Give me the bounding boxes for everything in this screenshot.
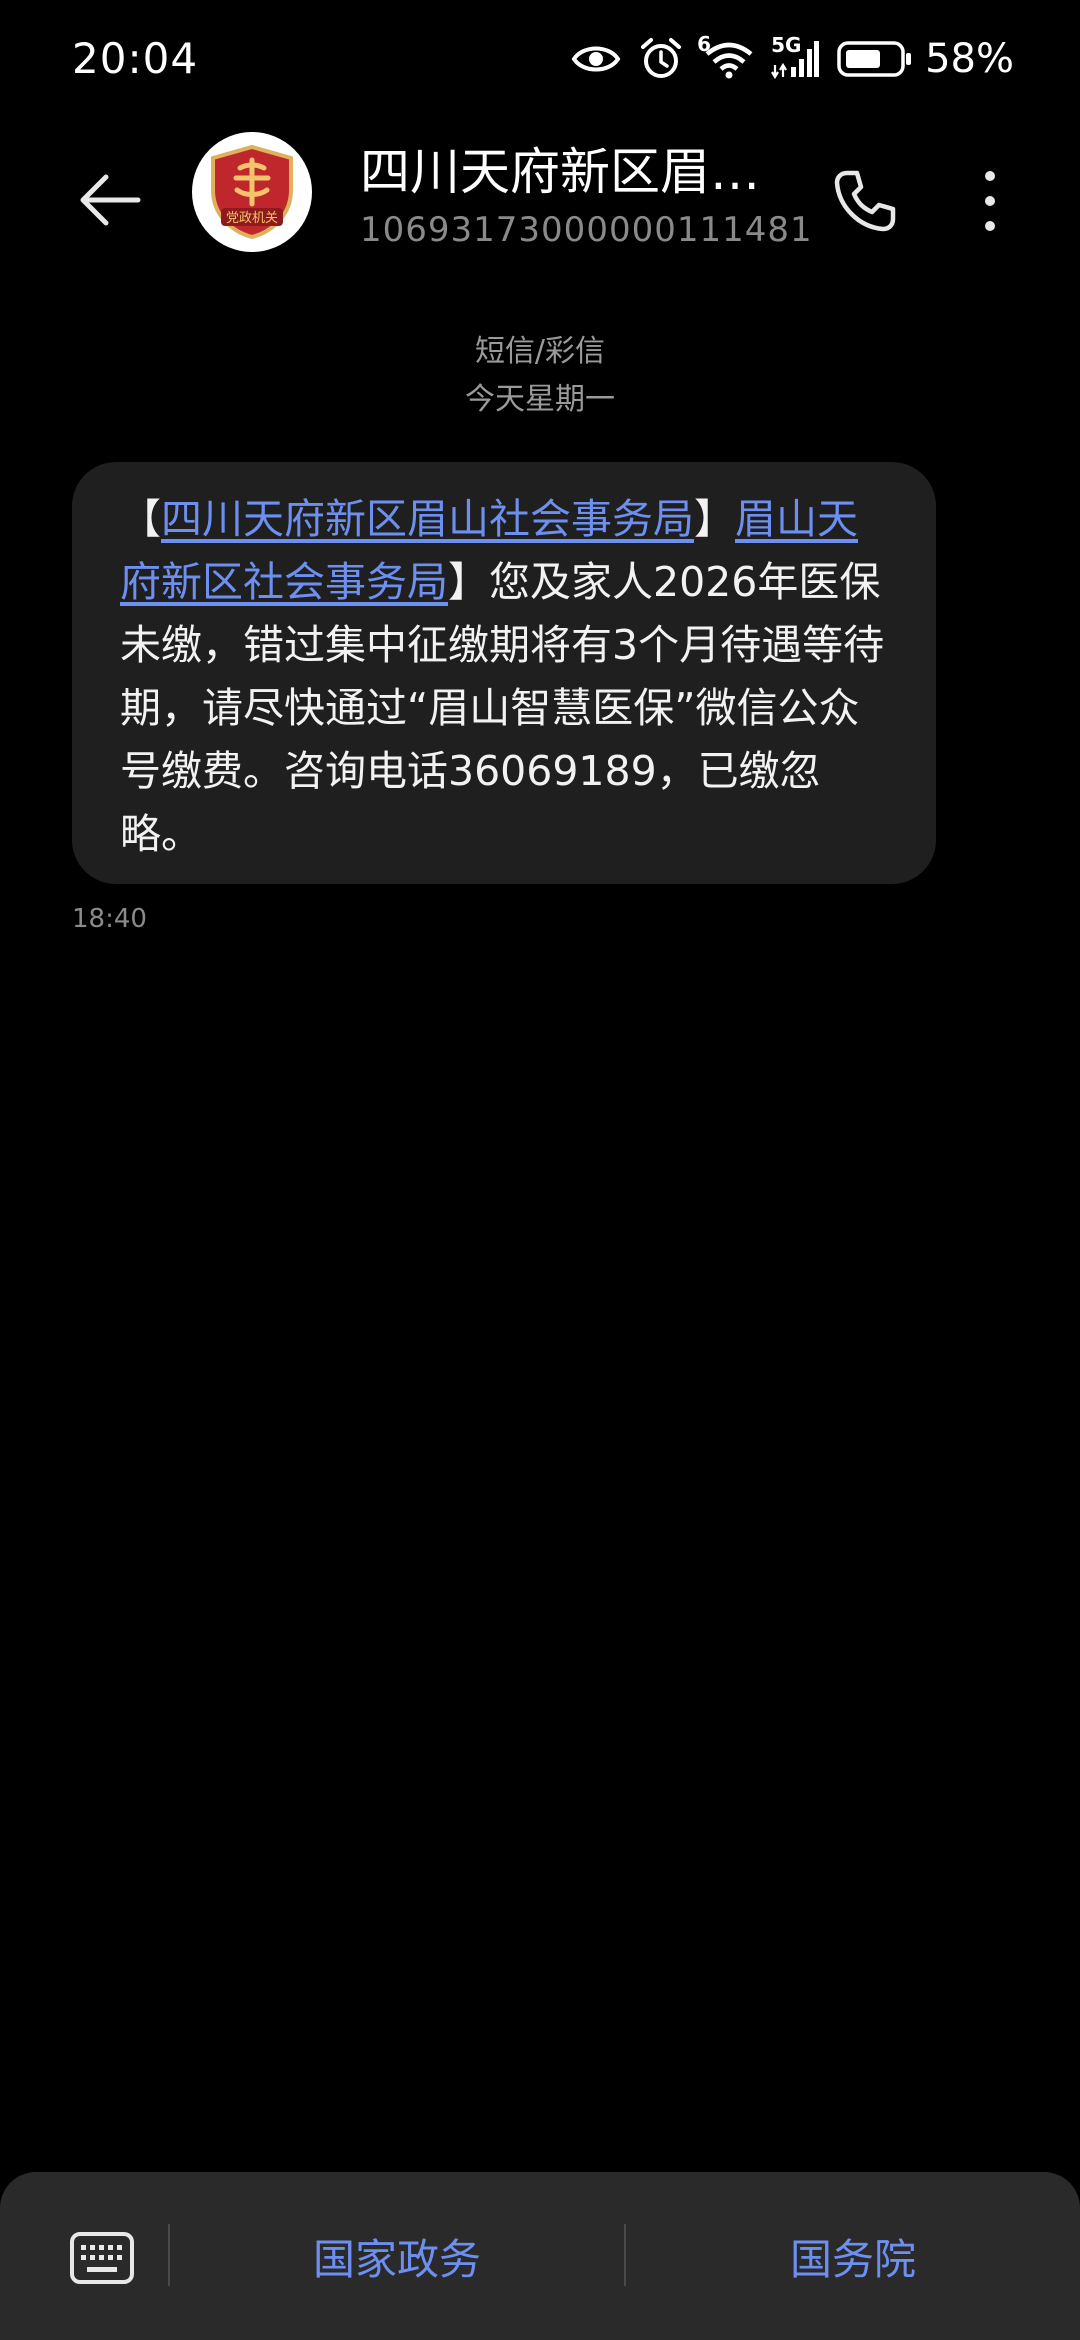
party-government-badge-icon: 党政机关 [211,144,293,240]
alarm-icon [639,37,683,81]
network-type: 5G [771,33,802,57]
bracket-close: 】 [694,495,735,543]
status-icons: 6 5G 58% [571,32,1014,86]
keyboard-toggle-button[interactable] [66,2226,138,2290]
bracket-open: 【 [120,495,161,543]
service-menu-bar: 国家政务 国务院 [0,2172,1080,2340]
menu-item-state-council[interactable]: 国务院 [626,2216,1080,2296]
eye-icon [571,42,621,76]
more-options-button[interactable] [955,156,1025,246]
contact-number: 10693173000000111481 [360,210,813,250]
phone-icon [834,170,896,232]
sms-conversation-screen: 20:04 6 5G 58% 党政机关 四川天府新区眉… 10693173000… [0,0,1080,2340]
contact-name[interactable]: 四川天府新区眉… [360,132,760,204]
sender-link-1[interactable]: 四川天府新区眉山社会事务局 [161,495,694,543]
wifi-icon: 6 [697,32,753,80]
menu-item-national-affairs[interactable]: 国家政务 [170,2216,624,2296]
battery-percentage: 58% [925,36,1014,82]
message-bubble[interactable]: 【四川天府新区眉山社会事务局】眉山天府新区社会事务局】您及家人2026年医保未缴… [72,462,936,884]
keyboard-icon [70,2232,134,2284]
battery-icon [837,40,913,78]
back-button[interactable] [70,160,150,240]
status-time: 20:04 [72,34,199,83]
message-timestamp: 18:40 [72,904,147,934]
call-button[interactable] [820,156,910,246]
message-text: 【四川天府新区眉山社会事务局】眉山天府新区社会事务局】您及家人2026年医保未缴… [120,488,892,866]
bracket-close-2: 】 [448,558,489,606]
signal-icon: 5G [771,33,820,79]
conversation-header: 党政机关 四川天府新区眉… 10693173000000111481 [0,120,1080,270]
more-vertical-icon [985,171,995,231]
date-separator: 今天星期一 [465,382,615,417]
wifi-badge: 6 [697,32,712,56]
message-type-label: 短信/彩信 [474,334,606,369]
status-bar: 20:04 6 5G 58% [0,0,1080,120]
back-arrow-icon [80,174,141,226]
avatar-badge-label: 党政机关 [226,211,278,226]
contact-avatar[interactable]: 党政机关 [192,132,312,252]
